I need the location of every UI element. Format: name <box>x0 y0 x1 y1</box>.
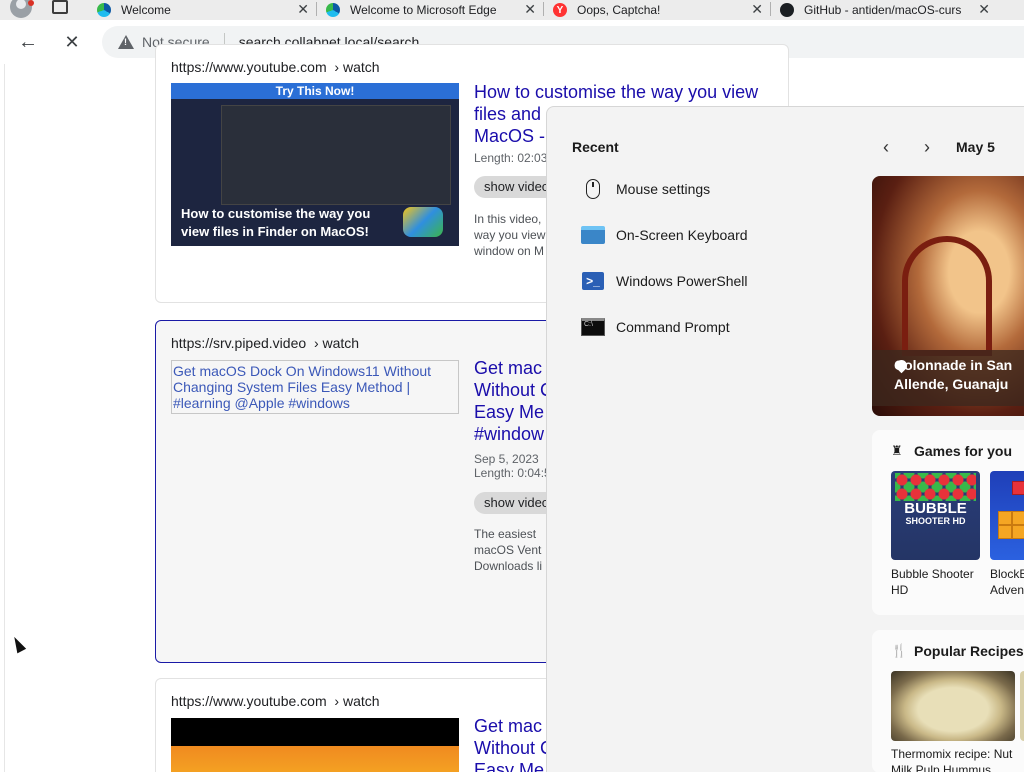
back-button[interactable]: ← <box>16 30 40 54</box>
tab-welcome[interactable]: Welcome ✕ <box>97 0 309 20</box>
thumbnail-screenshot <box>221 105 451 205</box>
art-word: BUBBLE <box>904 500 967 517</box>
tab-actions-icon[interactable] <box>52 0 68 14</box>
result-source[interactable]: https://www.youtube.com › watch <box>171 59 380 75</box>
stop-loading-button[interactable]: ✕ <box>60 30 84 54</box>
games-title: Games for you <box>914 443 1013 459</box>
thumbnail-caption: How to customise the way you view files … <box>181 206 371 239</box>
utensils-icon: 🍴 <box>891 643 908 658</box>
block <box>1012 525 1024 539</box>
result-source[interactable]: https://srv.piped.video › watch <box>171 335 359 351</box>
recipe-image[interactable] <box>1020 671 1024 741</box>
recent-item-on-screen-keyboard[interactable]: On-Screen Keyboard <box>581 220 748 250</box>
tab-welcome-edge[interactable]: Welcome to Microsoft Edge ✕ <box>326 0 536 20</box>
game-tile-blockbuster[interactable] <box>990 471 1024 560</box>
game-art-title: BUBBLE SHOOTER HD <box>891 501 980 526</box>
tab-strip: Welcome ✕ Welcome to Microsoft Edge ✕ Y … <box>0 0 1024 20</box>
recent-item-powershell[interactable]: >_ Windows PowerShell <box>581 266 748 296</box>
game-label[interactable]: BlockBuster Adventure <box>990 566 1024 598</box>
result-path: › watch <box>334 59 380 75</box>
caption-line: Colonnade in San <box>894 357 1013 373</box>
tab-captcha[interactable]: Y Oops, Captcha! ✕ <box>553 0 763 20</box>
close-icon[interactable]: ✕ <box>978 1 990 18</box>
hero-caption: Colonnade in San Allende, Guanaju <box>872 350 1024 406</box>
github-icon <box>780 3 794 17</box>
close-icon[interactable]: ✕ <box>524 1 536 18</box>
recent-item-label: Command Prompt <box>616 319 730 335</box>
tab-title: Welcome to Microsoft Edge <box>350 3 497 17</box>
notification-dot <box>28 0 34 6</box>
game-tile-bubble-shooter[interactable]: BUBBLE SHOOTER HD <box>891 471 980 560</box>
video-thumbnail[interactable]: Try This Now! How to customise the way y… <box>171 83 459 246</box>
next-icon[interactable]: › <box>924 137 930 158</box>
close-icon[interactable]: ✕ <box>297 1 309 18</box>
games-panel: ♜ Games for you BUBBLE SHOOTER HD Bubble… <box>872 430 1024 615</box>
title-line: How to customise the way you view <box>474 82 759 102</box>
video-length: Length: 02:03 <box>474 151 548 165</box>
page-divider <box>4 64 5 772</box>
powershell-icon: >_ <box>581 270 605 292</box>
recent-item-command-prompt[interactable]: C:\ Command Prompt <box>581 312 730 342</box>
recipes-heading: 🍴 Popular Recipes <box>891 643 1024 659</box>
edge-icon <box>97 3 111 17</box>
start-menu: Recent Mouse settings On-Screen Keyboard… <box>546 106 1024 772</box>
previous-icon[interactable]: ‹ <box>883 137 889 158</box>
result-path: › watch <box>313 335 360 351</box>
games-heading: ♜ Games for you <box>891 443 1012 459</box>
hero-arch <box>902 236 992 356</box>
thumbnail-banner: Try This Now! <box>275 84 355 98</box>
block <box>998 525 1012 539</box>
recent-item-label: Windows PowerShell <box>616 273 748 289</box>
powershell-glyph: >_ <box>582 272 604 290</box>
recent-item-mouse-settings[interactable]: Mouse settings <box>581 174 710 204</box>
result-source[interactable]: https://www.youtube.com › watch <box>171 693 380 709</box>
video-date: Sep 5, 2023 <box>474 452 539 466</box>
chess-icon: ♜ <box>891 443 903 458</box>
block <box>1012 511 1024 525</box>
screen: { "tabs": [ {"title": "Welcome", "icon":… <box>0 0 1024 772</box>
cmd-icon: C:\ <box>581 316 605 338</box>
block <box>998 511 1012 525</box>
result-domain: https://srv.piped.video <box>171 335 307 351</box>
recipe-image[interactable] <box>891 671 1015 741</box>
recent-item-label: Mouse settings <box>616 181 711 197</box>
edge-icon <box>326 3 340 17</box>
video-length: Length: 0:04:5 <box>474 466 551 480</box>
tab-separator <box>316 2 317 16</box>
keyboard-icon <box>581 224 605 246</box>
recipe-label[interactable]: Thermomix recipe: Nut Milk Pulp Hummus <box>891 746 1021 772</box>
recipes-title: Popular Recipes <box>914 643 1024 659</box>
block <box>1012 481 1024 495</box>
mouse-icon <box>581 178 605 200</box>
cmd-glyph: C:\ <box>581 318 605 336</box>
result-domain: https://www.youtube.com <box>171 693 327 709</box>
channel-logo <box>403 207 443 237</box>
broken-thumbnail[interactable]: Get macOS Dock On Windows11 Without Chan… <box>171 360 459 414</box>
close-icon[interactable]: ✕ <box>751 1 763 18</box>
caption-line: Allende, Guanaju <box>894 376 1009 392</box>
tab-title: Welcome <box>121 3 171 17</box>
tab-title: Oops, Captcha! <box>577 3 661 17</box>
bubble-art <box>895 473 976 501</box>
warning-icon[interactable] <box>118 35 134 49</box>
recent-heading: Recent <box>572 139 619 155</box>
result-domain: https://www.youtube.com <box>171 59 327 75</box>
tab-github[interactable]: GitHub - antiden/macOS-curs ✕ <box>780 0 990 20</box>
game-label[interactable]: Bubble Shooter HD <box>891 566 987 598</box>
hero-image-card[interactable]: Colonnade in San Allende, Guanaju <box>872 176 1024 416</box>
tab-separator <box>770 2 771 16</box>
yandex-icon: Y <box>553 3 567 17</box>
recent-item-label: On-Screen Keyboard <box>616 227 748 243</box>
tab-title: GitHub - antiden/macOS-curs <box>804 3 962 17</box>
art-sub: SHOOTER HD <box>905 516 966 526</box>
recipes-panel: 🍴 Popular Recipes Thermomix recipe: Nut … <box>872 630 1024 772</box>
tab-separator <box>543 2 544 16</box>
mouse-cursor-icon <box>9 634 27 654</box>
result-path: › watch <box>334 693 380 709</box>
feed-date: May 5 <box>956 139 995 155</box>
video-thumbnail[interactable] <box>171 718 459 772</box>
